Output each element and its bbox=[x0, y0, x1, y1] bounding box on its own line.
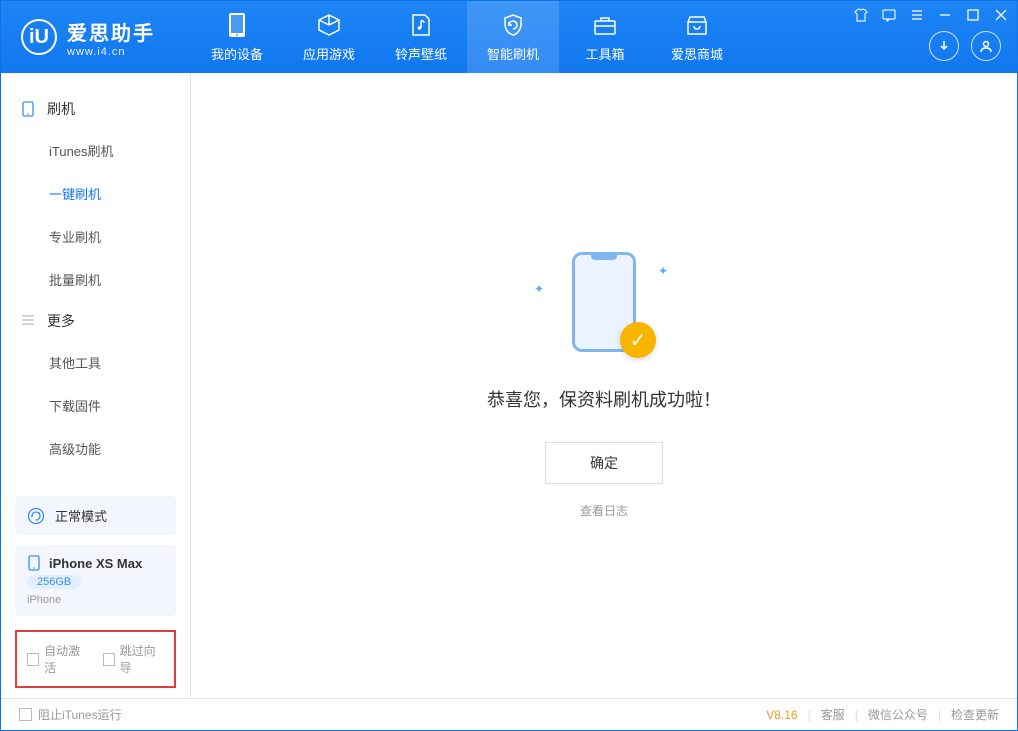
tab-smart-flash[interactable]: 智能刷机 bbox=[467, 1, 559, 73]
sidebar-item-other-tools[interactable]: 其他工具 bbox=[21, 341, 170, 384]
feedback-icon[interactable] bbox=[881, 7, 897, 23]
device-phone-icon bbox=[27, 555, 41, 571]
sparkle-icon: ✦ bbox=[658, 264, 668, 278]
device-type: iPhone bbox=[27, 594, 164, 606]
phone-icon bbox=[21, 101, 37, 117]
device-capacity: 256GB bbox=[27, 575, 81, 589]
success-message: 恭喜您，保资料刷机成功啦！ bbox=[487, 386, 721, 412]
app-site: www.i4.cn bbox=[67, 46, 155, 58]
sidebar-item-advanced[interactable]: 高级功能 bbox=[21, 427, 170, 470]
block-itunes-label[interactable]: 阻止iTunes运行 bbox=[38, 706, 122, 723]
checkbox-icon bbox=[103, 653, 115, 666]
checkbox-skip-guide[interactable]: 跳过向导 bbox=[103, 642, 165, 676]
view-log-link[interactable]: 查看日志 bbox=[580, 502, 628, 519]
sparkle-icon: ✦ bbox=[534, 282, 544, 296]
tab-ringtones-wallpapers[interactable]: 铃声壁纸 bbox=[375, 1, 467, 73]
checkbox-icon bbox=[27, 653, 39, 666]
download-button[interactable] bbox=[929, 31, 959, 61]
success-check-icon: ✓ bbox=[620, 322, 656, 358]
ok-button[interactable]: 确定 bbox=[545, 442, 663, 484]
cube-icon bbox=[316, 12, 342, 38]
app-window: iU 爱思助手 www.i4.cn 我的设备 应用游戏 铃声壁纸 智能刷机 bbox=[0, 0, 1018, 731]
titlebar: iU 爱思助手 www.i4.cn 我的设备 应用游戏 铃声壁纸 智能刷机 bbox=[1, 1, 1017, 73]
sidebar-item-itunes-flash[interactable]: iTunes刷机 bbox=[21, 129, 170, 172]
tab-store[interactable]: 爱思商城 bbox=[651, 1, 743, 73]
user-button[interactable] bbox=[971, 31, 1001, 61]
close-icon[interactable] bbox=[993, 7, 1009, 23]
checkbox-auto-activate[interactable]: 自动激活 bbox=[27, 642, 89, 676]
toolbox-icon bbox=[592, 12, 618, 38]
sidebar-section-more: 更多 bbox=[21, 301, 170, 341]
footer-link-update[interactable]: 检查更新 bbox=[951, 706, 999, 723]
header-action-buttons bbox=[929, 31, 1001, 61]
device-name: iPhone XS Max bbox=[49, 556, 142, 571]
refresh-icon bbox=[27, 507, 45, 525]
shield-refresh-icon bbox=[500, 12, 526, 38]
app-logo-icon: iU bbox=[21, 19, 57, 55]
window-controls bbox=[853, 7, 1009, 23]
success-illustration: ✦ ✦ ✓ bbox=[534, 252, 674, 362]
tab-my-device[interactable]: 我的设备 bbox=[191, 1, 283, 73]
device-icon bbox=[224, 12, 250, 38]
body: 刷机 iTunes刷机 一键刷机 专业刷机 批量刷机 更多 其他工具 下载固件 … bbox=[1, 73, 1017, 698]
footer-link-support[interactable]: 客服 bbox=[821, 706, 845, 723]
maximize-icon[interactable] bbox=[965, 7, 981, 23]
footer-link-wechat[interactable]: 微信公众号 bbox=[868, 706, 928, 723]
main-content: ✦ ✦ ✓ 恭喜您，保资料刷机成功啦！ 确定 查看日志 bbox=[191, 73, 1017, 698]
music-file-icon bbox=[408, 12, 434, 38]
statusbar: 阻止iTunes运行 V8.16 | 客服 | 微信公众号 | 检查更新 bbox=[1, 698, 1017, 730]
list-icon bbox=[21, 313, 37, 329]
nav-tabs: 我的设备 应用游戏 铃声壁纸 智能刷机 工具箱 爱思商城 bbox=[191, 1, 743, 73]
sidebar-item-pro-flash[interactable]: 专业刷机 bbox=[21, 215, 170, 258]
logo-area: iU 爱思助手 www.i4.cn bbox=[1, 17, 191, 58]
mode-label: 正常模式 bbox=[55, 506, 107, 525]
store-icon bbox=[684, 12, 710, 38]
version-label: V8.16 bbox=[766, 708, 797, 722]
highlighted-options: 自动激活 跳过向导 bbox=[15, 630, 176, 688]
mode-box[interactable]: 正常模式 bbox=[15, 496, 176, 535]
menu-icon[interactable] bbox=[909, 7, 925, 23]
minimize-icon[interactable] bbox=[937, 7, 953, 23]
shirt-icon[interactable] bbox=[853, 7, 869, 23]
sidebar-item-oneclick-flash[interactable]: 一键刷机 bbox=[21, 172, 170, 215]
sidebar: 刷机 iTunes刷机 一键刷机 专业刷机 批量刷机 更多 其他工具 下载固件 … bbox=[1, 73, 191, 698]
tab-apps-games[interactable]: 应用游戏 bbox=[283, 1, 375, 73]
sidebar-item-batch-flash[interactable]: 批量刷机 bbox=[21, 258, 170, 301]
tab-toolbox[interactable]: 工具箱 bbox=[559, 1, 651, 73]
sidebar-item-download-firmware[interactable]: 下载固件 bbox=[21, 384, 170, 427]
device-box[interactable]: iPhone XS Max 256GB iPhone bbox=[15, 545, 176, 616]
sidebar-section-flash: 刷机 bbox=[21, 89, 170, 129]
checkbox-icon[interactable] bbox=[19, 708, 32, 721]
app-name: 爱思助手 bbox=[67, 17, 155, 46]
